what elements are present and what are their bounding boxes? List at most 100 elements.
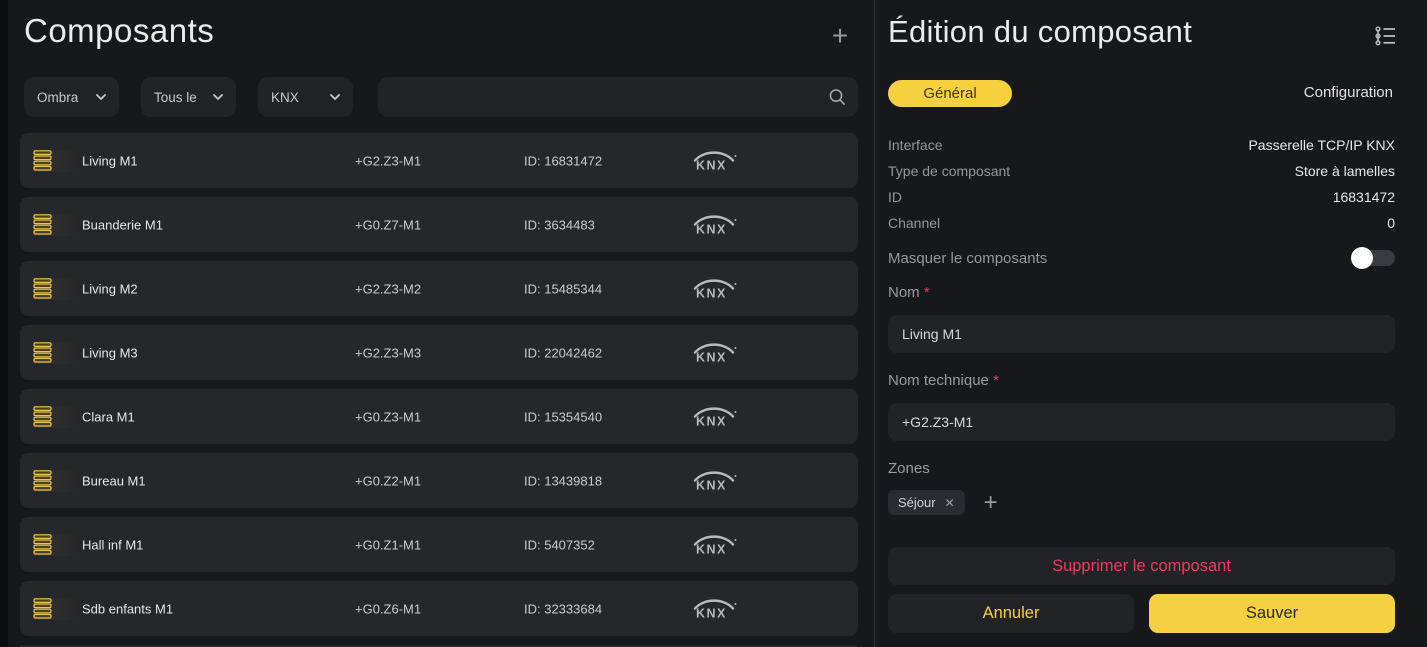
cancel-button[interactable]: Annuler — [888, 594, 1134, 633]
save-button[interactable]: Sauver — [1149, 594, 1395, 633]
components-panel-title: Composants — [24, 12, 214, 50]
component-row[interactable]: Living M2 +G2.Z3-M2 ID: 15485344 KNX — [20, 261, 858, 316]
search-box — [378, 77, 858, 117]
blinds-icon — [33, 470, 85, 492]
info-value: 0 — [1387, 215, 1395, 231]
edit-panel-title: Édition du composant — [888, 14, 1192, 50]
knx-logo-text: KNX — [696, 606, 727, 620]
filter-dropdown-ombra[interactable]: Ombra — [24, 77, 119, 117]
tree-list-icon — [1374, 25, 1398, 47]
knx-logo: KNX — [692, 469, 738, 492]
component-name: Hall inf M1 — [82, 537, 143, 552]
filter-dropdown-label: Tous le — [154, 90, 197, 105]
hide-component-toggle[interactable] — [1353, 249, 1395, 267]
component-id: ID: 15485344 — [524, 281, 602, 296]
component-technical-name: +G2.Z3-M3 — [355, 345, 421, 360]
cancel-button-label: Annuler — [983, 604, 1040, 622]
chevron-down-icon — [330, 94, 340, 100]
component-id: ID: 15354540 — [524, 409, 602, 424]
blinds-icon — [33, 406, 85, 428]
tab-general[interactable]: Général — [888, 80, 1012, 107]
name-field[interactable] — [888, 315, 1395, 353]
component-technical-name: +G2.Z3-M1 — [355, 153, 421, 168]
search-input[interactable] — [378, 77, 858, 117]
component-id: ID: 3634483 — [524, 217, 595, 232]
components-panel: Composants + Ombra Tous le KNX Living M1 — [8, 0, 874, 647]
knx-logo: KNX — [692, 277, 738, 300]
component-id: ID: 32333684 — [524, 601, 602, 616]
info-row-channel: Channel 0 — [888, 210, 1395, 236]
technical-name-field-label: Nom technique * — [888, 372, 999, 389]
save-button-label: Sauver — [1246, 604, 1298, 622]
component-row[interactable]: Living M3 +G2.Z3-M3 ID: 22042462 KNX — [20, 325, 858, 380]
required-asterisk: * — [993, 372, 999, 389]
add-zone-button[interactable]: + — [984, 493, 998, 513]
info-label: Channel — [888, 215, 940, 231]
component-row[interactable]: Buanderie M1 +G0.Z7-M1 ID: 3634483 KNX — [20, 197, 858, 252]
technical-name-field[interactable] — [888, 403, 1395, 441]
search-icon — [828, 88, 846, 106]
component-id: ID: 13439818 — [524, 473, 602, 488]
blinds-icon — [33, 214, 85, 236]
component-row[interactable]: Hall inf M1 +G0.Z1-M1 ID: 5407352 KNX — [20, 517, 858, 572]
action-buttons-row: Annuler Sauver — [888, 594, 1395, 633]
hide-component-row: Masquer le composants — [888, 245, 1395, 271]
component-name: Clara M1 — [82, 409, 135, 424]
component-name: Living M2 — [82, 281, 138, 296]
component-technical-name: +G2.Z3-M2 — [355, 281, 421, 296]
tab-configuration[interactable]: Configuration — [1304, 84, 1393, 101]
knx-logo: KNX — [692, 405, 738, 428]
info-row-id: ID 16831472 — [888, 184, 1395, 210]
component-technical-name: +G0.Z7-M1 — [355, 217, 421, 232]
knx-logo: KNX — [692, 213, 738, 236]
name-field-label: Nom * — [888, 284, 930, 301]
knx-logo-text: KNX — [696, 542, 727, 556]
knx-logo-text: KNX — [696, 350, 727, 364]
info-row-interface: Interface Passerelle TCP/IP KNX — [888, 132, 1395, 158]
filter-dropdown-knx[interactable]: KNX — [258, 77, 353, 117]
knx-logo: KNX — [692, 597, 738, 620]
component-name: Bureau M1 — [82, 473, 146, 488]
knx-logo-text: KNX — [696, 222, 727, 236]
component-row[interactable]: Sdb enfants M1 +G0.Z6-M1 ID: 32333684 KN… — [20, 581, 858, 636]
knx-logo-text: KNX — [696, 286, 727, 300]
blinds-icon — [33, 342, 85, 364]
tree-view-button[interactable] — [1374, 25, 1400, 49]
component-name: Living M1 — [82, 153, 138, 168]
knx-logo: KNX — [692, 533, 738, 556]
toggle-knob — [1351, 247, 1373, 269]
component-technical-name: +G0.Z3-M1 — [355, 409, 421, 424]
info-value: Store à lamelles — [1295, 163, 1395, 179]
filter-dropdown-tous-le[interactable]: Tous le — [141, 77, 236, 117]
component-row[interactable]: Living M1 +G2.Z3-M1 ID: 16831472 KNX — [20, 133, 858, 188]
info-row-type: Type de composant Store à lamelles — [888, 158, 1395, 184]
zone-tag: Séjour ✕ — [888, 490, 965, 515]
components-list: Living M1 +G2.Z3-M1 ID: 16831472 KNX Bua… — [20, 133, 858, 647]
filter-dropdown-label: KNX — [271, 90, 299, 105]
zone-remove-icon[interactable]: ✕ — [945, 497, 955, 509]
window-edge — [0, 0, 8, 647]
knx-logo-text: KNX — [696, 478, 727, 492]
component-technical-name: +G0.Z6-M1 — [355, 601, 421, 616]
component-row[interactable]: Bureau M1 +G0.Z2-M1 ID: 13439818 KNX — [20, 453, 858, 508]
component-name: Buanderie M1 — [82, 217, 163, 232]
filter-dropdown-label: Ombra — [37, 90, 78, 105]
add-component-button[interactable]: + — [826, 23, 854, 51]
component-technical-name: +G0.Z2-M1 — [355, 473, 421, 488]
component-technical-name: +G0.Z1-M1 — [355, 537, 421, 552]
knx-logo: KNX — [692, 149, 738, 172]
chevron-down-icon — [96, 94, 106, 100]
component-row[interactable]: Clara M1 +G0.Z3-M1 ID: 15354540 KNX — [20, 389, 858, 444]
component-id: ID: 5407352 — [524, 537, 595, 552]
chevron-down-icon — [213, 94, 223, 100]
component-info: Interface Passerelle TCP/IP KNX Type de … — [888, 132, 1395, 236]
delete-component-button[interactable]: Supprimer le composant — [888, 547, 1395, 585]
component-name: Living M3 — [82, 345, 138, 360]
info-value: Passerelle TCP/IP KNX — [1248, 137, 1395, 153]
filters-bar: Ombra Tous le KNX — [24, 77, 858, 117]
delete-button-label: Supprimer le composant — [1052, 557, 1231, 575]
component-edit-panel: Édition du composant Général Configurati… — [875, 0, 1427, 647]
knx-logo-text: KNX — [696, 414, 727, 428]
zones-row: Séjour ✕ + — [888, 490, 998, 515]
zone-tag-label: Séjour — [898, 495, 936, 510]
